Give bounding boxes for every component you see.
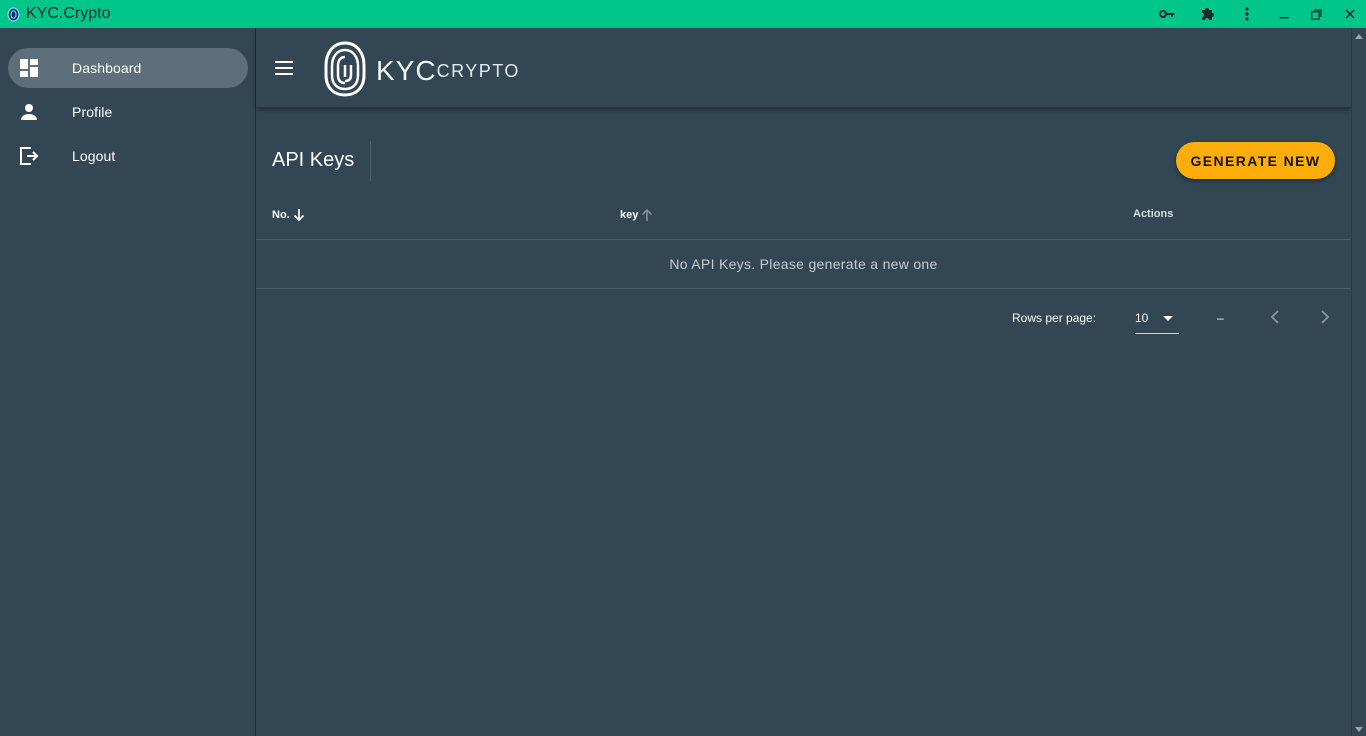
scroll-up-icon[interactable] <box>1355 34 1363 39</box>
page-title: API Keys <box>272 149 355 171</box>
column-header-no[interactable]: No. <box>272 208 306 222</box>
window-title: KYC.Crypto <box>26 5 111 22</box>
person-icon <box>18 101 40 123</box>
sidebar-item-label: Profile <box>72 104 113 120</box>
minimize-icon[interactable] <box>1267 0 1300 28</box>
pagination-range: – <box>1217 311 1224 325</box>
rows-per-page-value: 10 <box>1135 311 1149 325</box>
next-page-button[interactable] <box>1314 307 1336 329</box>
sidebar-item-profile[interactable]: Profile <box>8 92 248 132</box>
extension-icon[interactable] <box>1187 0 1227 28</box>
column-header-label: key <box>620 209 639 221</box>
sidebar-item-label: Dashboard <box>72 60 142 76</box>
logout-icon <box>18 145 40 167</box>
arrow-up-icon <box>640 208 654 222</box>
logo-subtext: CRYPTO <box>436 60 520 81</box>
header-divider <box>256 239 1351 240</box>
column-header-actions: Actions <box>1133 208 1173 220</box>
chevron-left-icon <box>1270 309 1280 327</box>
empty-state-message: No API Keys. Please generate a new one <box>669 256 938 272</box>
row-divider <box>256 288 1351 289</box>
column-header-key[interactable]: key <box>620 208 654 222</box>
chevron-right-icon <box>1320 309 1330 327</box>
brand-logo[interactable]: KYC CRYPTO <box>322 39 518 104</box>
restore-icon[interactable] <box>1300 0 1333 28</box>
app-header: KYC CRYPTO <box>256 28 1351 108</box>
title-divider <box>370 141 371 181</box>
dropdown-caret-icon <box>1163 316 1173 321</box>
fingerprint-logo-icon <box>322 39 368 104</box>
sidebar: Dashboard Profile Logout <box>0 28 256 736</box>
logo-text: KYC <box>376 55 437 86</box>
close-icon[interactable] <box>1333 0 1366 28</box>
fingerprint-icon <box>6 6 20 22</box>
sidebar-item-label: Logout <box>72 148 116 164</box>
column-header-label: Actions <box>1133 208 1174 220</box>
window-titlebar: KYC.Crypto <box>0 0 1366 28</box>
sidebar-item-dashboard[interactable]: Dashboard <box>8 48 248 88</box>
vertical-scrollbar[interactable] <box>1351 28 1366 736</box>
table-pagination: Rows per page: 10 – <box>256 306 1351 334</box>
menu-icon[interactable] <box>272 56 296 80</box>
more-vert-icon[interactable] <box>1227 0 1267 28</box>
rows-per-page-label: Rows per page: <box>1012 311 1097 325</box>
sidebar-item-logout[interactable]: Logout <box>8 136 248 176</box>
column-header-label: No. <box>272 209 290 221</box>
key-icon[interactable] <box>1147 0 1187 28</box>
dashboard-icon <box>18 57 40 79</box>
main-content: API Keys GENERATE NEW No. key Actions No… <box>256 108 1351 736</box>
previous-page-button[interactable] <box>1264 307 1286 329</box>
scroll-down-icon[interactable] <box>1355 727 1363 732</box>
generate-new-button[interactable]: GENERATE NEW <box>1176 142 1335 179</box>
rows-per-page-select[interactable]: 10 <box>1135 306 1179 334</box>
arrow-down-icon <box>292 208 306 222</box>
